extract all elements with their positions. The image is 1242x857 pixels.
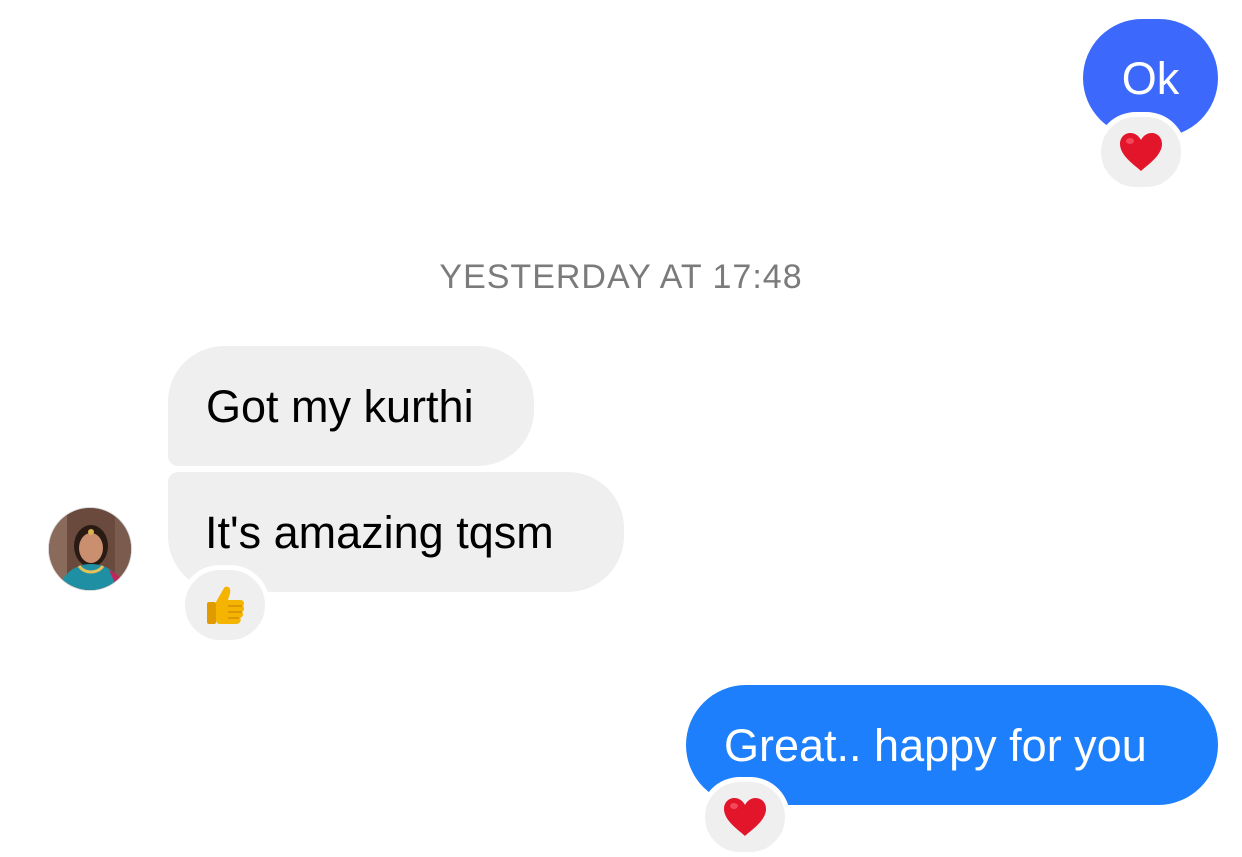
red-heart-icon <box>724 798 766 836</box>
heart-reaction-badge[interactable] <box>700 777 790 857</box>
conversation-timestamp: YESTERDAY AT 17:48 <box>439 258 803 296</box>
heart-reaction-badge[interactable] <box>1096 112 1186 192</box>
contact-avatar[interactable] <box>48 507 132 591</box>
message-text: It's amazing tqsm <box>205 506 554 558</box>
message-text: Got my kurthi <box>206 380 474 432</box>
thumbs-up-reaction-badge[interactable] <box>180 565 270 645</box>
avatar-photo <box>49 508 131 590</box>
message-text: Great.. happy for you <box>724 719 1147 771</box>
incoming-message-bubble[interactable]: Got my kurthi <box>168 346 534 466</box>
message-text: Ok <box>1121 52 1180 104</box>
red-heart-icon <box>1120 133 1162 171</box>
thumbs-up-icon <box>207 586 245 624</box>
